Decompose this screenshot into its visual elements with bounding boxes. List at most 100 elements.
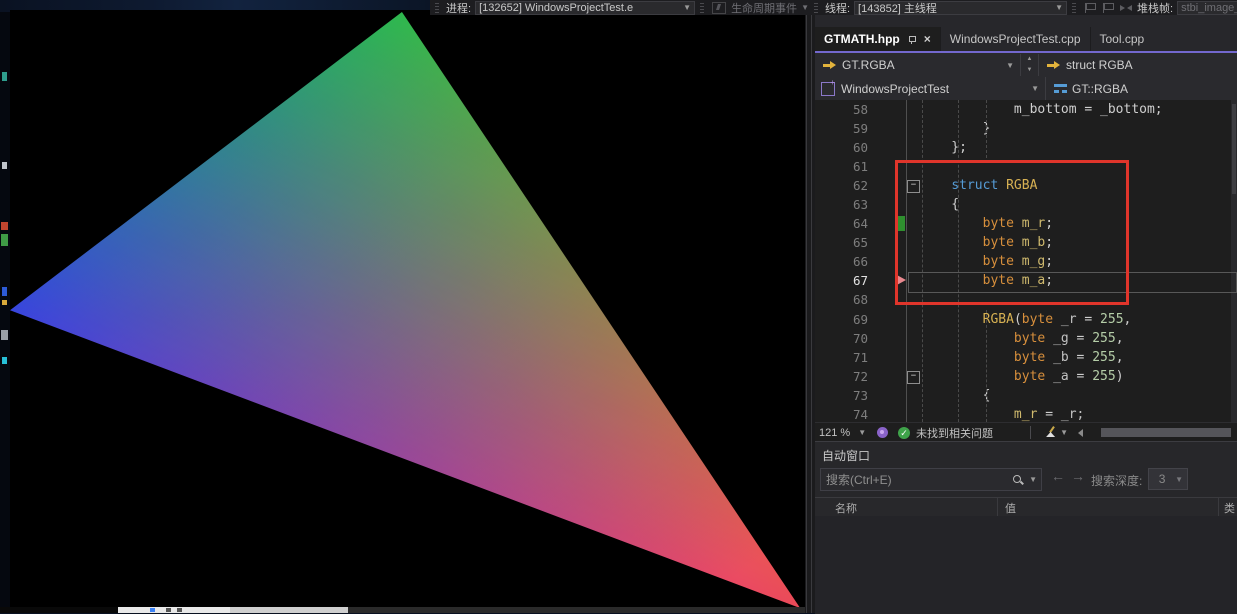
- member-dropdown[interactable]: struct RGBA: [1039, 53, 1237, 77]
- autos-search-input[interactable]: 搜索(Ctrl+E) ▼: [820, 468, 1042, 491]
- code-line[interactable]: 66 byte m_g;: [815, 252, 1237, 271]
- code-cleanup-icon[interactable]: [1045, 426, 1058, 439]
- column-name[interactable]: 名称: [835, 500, 857, 516]
- zoom-level-dropdown[interactable]: 121 % ▼: [819, 427, 867, 439]
- flag-threads-icon[interactable]: [1102, 3, 1114, 13]
- process-combobox[interactable]: [132652] WindowsProjectTest.e ▼: [475, 1, 695, 15]
- line-number[interactable]: 64: [815, 214, 880, 233]
- code-line[interactable]: 72− byte _a = 255): [815, 367, 1237, 386]
- pin-icon[interactable]: [908, 35, 917, 44]
- scope-dropdown[interactable]: GT.RGBA ▼: [815, 53, 1020, 77]
- code-line[interactable]: 74 m_r = _r;: [815, 405, 1237, 422]
- code-editor[interactable]: 58 m_bottom = _bottom;59 }60 };6162− str…: [815, 100, 1237, 422]
- editor-margin[interactable]: [880, 271, 920, 290]
- window-separator: [805, 14, 815, 613]
- search-forward-arrow[interactable]: →: [1071, 468, 1085, 484]
- code-line[interactable]: 69 RGBA(byte _r = 255,: [815, 310, 1237, 329]
- line-number[interactable]: 72: [815, 367, 880, 386]
- member-spinner[interactable]: ▲▼: [1020, 54, 1039, 76]
- editor-margin[interactable]: [880, 386, 920, 405]
- code-line[interactable]: 67 byte m_a;: [815, 271, 1237, 290]
- intellicode-icon[interactable]: [877, 427, 888, 438]
- symbol-dropdown[interactable]: GT::RGBA: [1046, 77, 1237, 100]
- stack-frame-combobox[interactable]: stbi_image_free: [1177, 1, 1237, 15]
- chevron-down-icon: ▼: [1060, 428, 1068, 437]
- search-depth-dropdown[interactable]: 3 ▼: [1148, 468, 1188, 490]
- line-number[interactable]: 59: [815, 119, 880, 138]
- line-number[interactable]: 69: [815, 310, 880, 329]
- toolbar-grip[interactable]: [435, 2, 439, 13]
- code-line[interactable]: 59 }: [815, 119, 1237, 138]
- code-line[interactable]: 68: [815, 290, 1237, 309]
- line-number[interactable]: 58: [815, 100, 880, 119]
- desktop-icon-fragment: [2, 357, 7, 364]
- taskbar-sliver: [0, 607, 805, 613]
- editor-margin[interactable]: [880, 195, 920, 214]
- editor-margin[interactable]: [880, 119, 920, 138]
- editor-margin[interactable]: [880, 214, 920, 233]
- code-line[interactable]: 64 byte m_r;: [815, 214, 1237, 233]
- code-line[interactable]: 63 {: [815, 195, 1237, 214]
- lifecycle-events-label[interactable]: 生命周期事件: [731, 0, 797, 15]
- thread-combobox[interactable]: [143852] 主线程 ▼: [854, 1, 1067, 15]
- code-line[interactable]: 60 };: [815, 138, 1237, 157]
- toolbar-grip[interactable]: [814, 2, 818, 13]
- column-divider[interactable]: [997, 498, 998, 516]
- tab-gtmath-hpp[interactable]: GTMATH.hpp ×: [815, 27, 941, 51]
- line-number[interactable]: 70: [815, 329, 880, 348]
- column-value[interactable]: 值: [1005, 500, 1016, 516]
- line-number[interactable]: 61: [815, 157, 880, 176]
- line-number[interactable]: 73: [815, 386, 880, 405]
- editor-margin[interactable]: [880, 138, 920, 157]
- project-dropdown[interactable]: WindowsProjectTest ▼: [815, 77, 1046, 100]
- editor-margin[interactable]: −: [880, 176, 920, 195]
- line-number[interactable]: 63: [815, 195, 880, 214]
- column-divider[interactable]: [1218, 498, 1219, 516]
- line-number[interactable]: 68: [815, 290, 880, 309]
- autos-body[interactable]: [815, 516, 1237, 614]
- line-number[interactable]: 65: [815, 233, 880, 252]
- scroll-left-arrow[interactable]: [1078, 429, 1083, 437]
- collapse-icon[interactable]: −: [907, 371, 920, 384]
- line-number[interactable]: 67: [815, 271, 880, 290]
- editor-margin[interactable]: [880, 290, 920, 309]
- tab-windowsprojecttest-cpp[interactable]: WindowsProjectTest.cpp: [941, 27, 1091, 51]
- tab-tool-cpp[interactable]: Tool.cpp: [1091, 27, 1154, 51]
- editor-vertical-scrollbar[interactable]: [1231, 100, 1237, 422]
- code-line[interactable]: 62− struct RGBA: [815, 176, 1237, 195]
- editor-margin[interactable]: [880, 252, 920, 271]
- editor-margin[interactable]: [880, 329, 920, 348]
- code-text: byte m_a;: [920, 271, 1237, 290]
- toggle-flagged-icon[interactable]: [1120, 3, 1132, 13]
- close-icon[interactable]: ×: [924, 34, 931, 44]
- show-threads-icon[interactable]: [1084, 3, 1096, 13]
- editor-margin[interactable]: [880, 157, 920, 176]
- line-number[interactable]: 71: [815, 348, 880, 367]
- code-line[interactable]: 58 m_bottom = _bottom;: [815, 100, 1237, 119]
- line-number[interactable]: 60: [815, 138, 880, 157]
- line-number[interactable]: 62: [815, 176, 880, 195]
- editor-margin[interactable]: [880, 348, 920, 367]
- code-line[interactable]: 71 byte _b = 255,: [815, 348, 1237, 367]
- editor-margin[interactable]: −: [880, 367, 920, 386]
- editor-margin[interactable]: [880, 405, 920, 422]
- toolbar-grip[interactable]: [700, 2, 704, 13]
- scrollbar-thumb[interactable]: [1101, 428, 1231, 437]
- document-health-text[interactable]: 未找到相关问题: [916, 425, 993, 441]
- toolbar-grip[interactable]: [1072, 2, 1076, 13]
- code-line[interactable]: 61: [815, 157, 1237, 176]
- search-back-arrow[interactable]: ←: [1051, 468, 1065, 484]
- line-number[interactable]: 74: [815, 405, 880, 422]
- code-line[interactable]: 65 byte m_b;: [815, 233, 1237, 252]
- horizontal-scrollbar[interactable]: [1087, 423, 1237, 442]
- code-line[interactable]: 70 byte _g = 255,: [815, 329, 1237, 348]
- line-number[interactable]: 66: [815, 252, 880, 271]
- collapse-icon[interactable]: −: [907, 180, 920, 193]
- taskbar-icon-fragment: [166, 608, 171, 612]
- code-line[interactable]: 73 {: [815, 386, 1237, 405]
- editor-margin[interactable]: [880, 233, 920, 252]
- lifecycle-events-icon[interactable]: [712, 2, 726, 14]
- column-type[interactable]: 类: [1224, 500, 1235, 516]
- editor-margin[interactable]: [880, 100, 920, 119]
- editor-margin[interactable]: [880, 310, 920, 329]
